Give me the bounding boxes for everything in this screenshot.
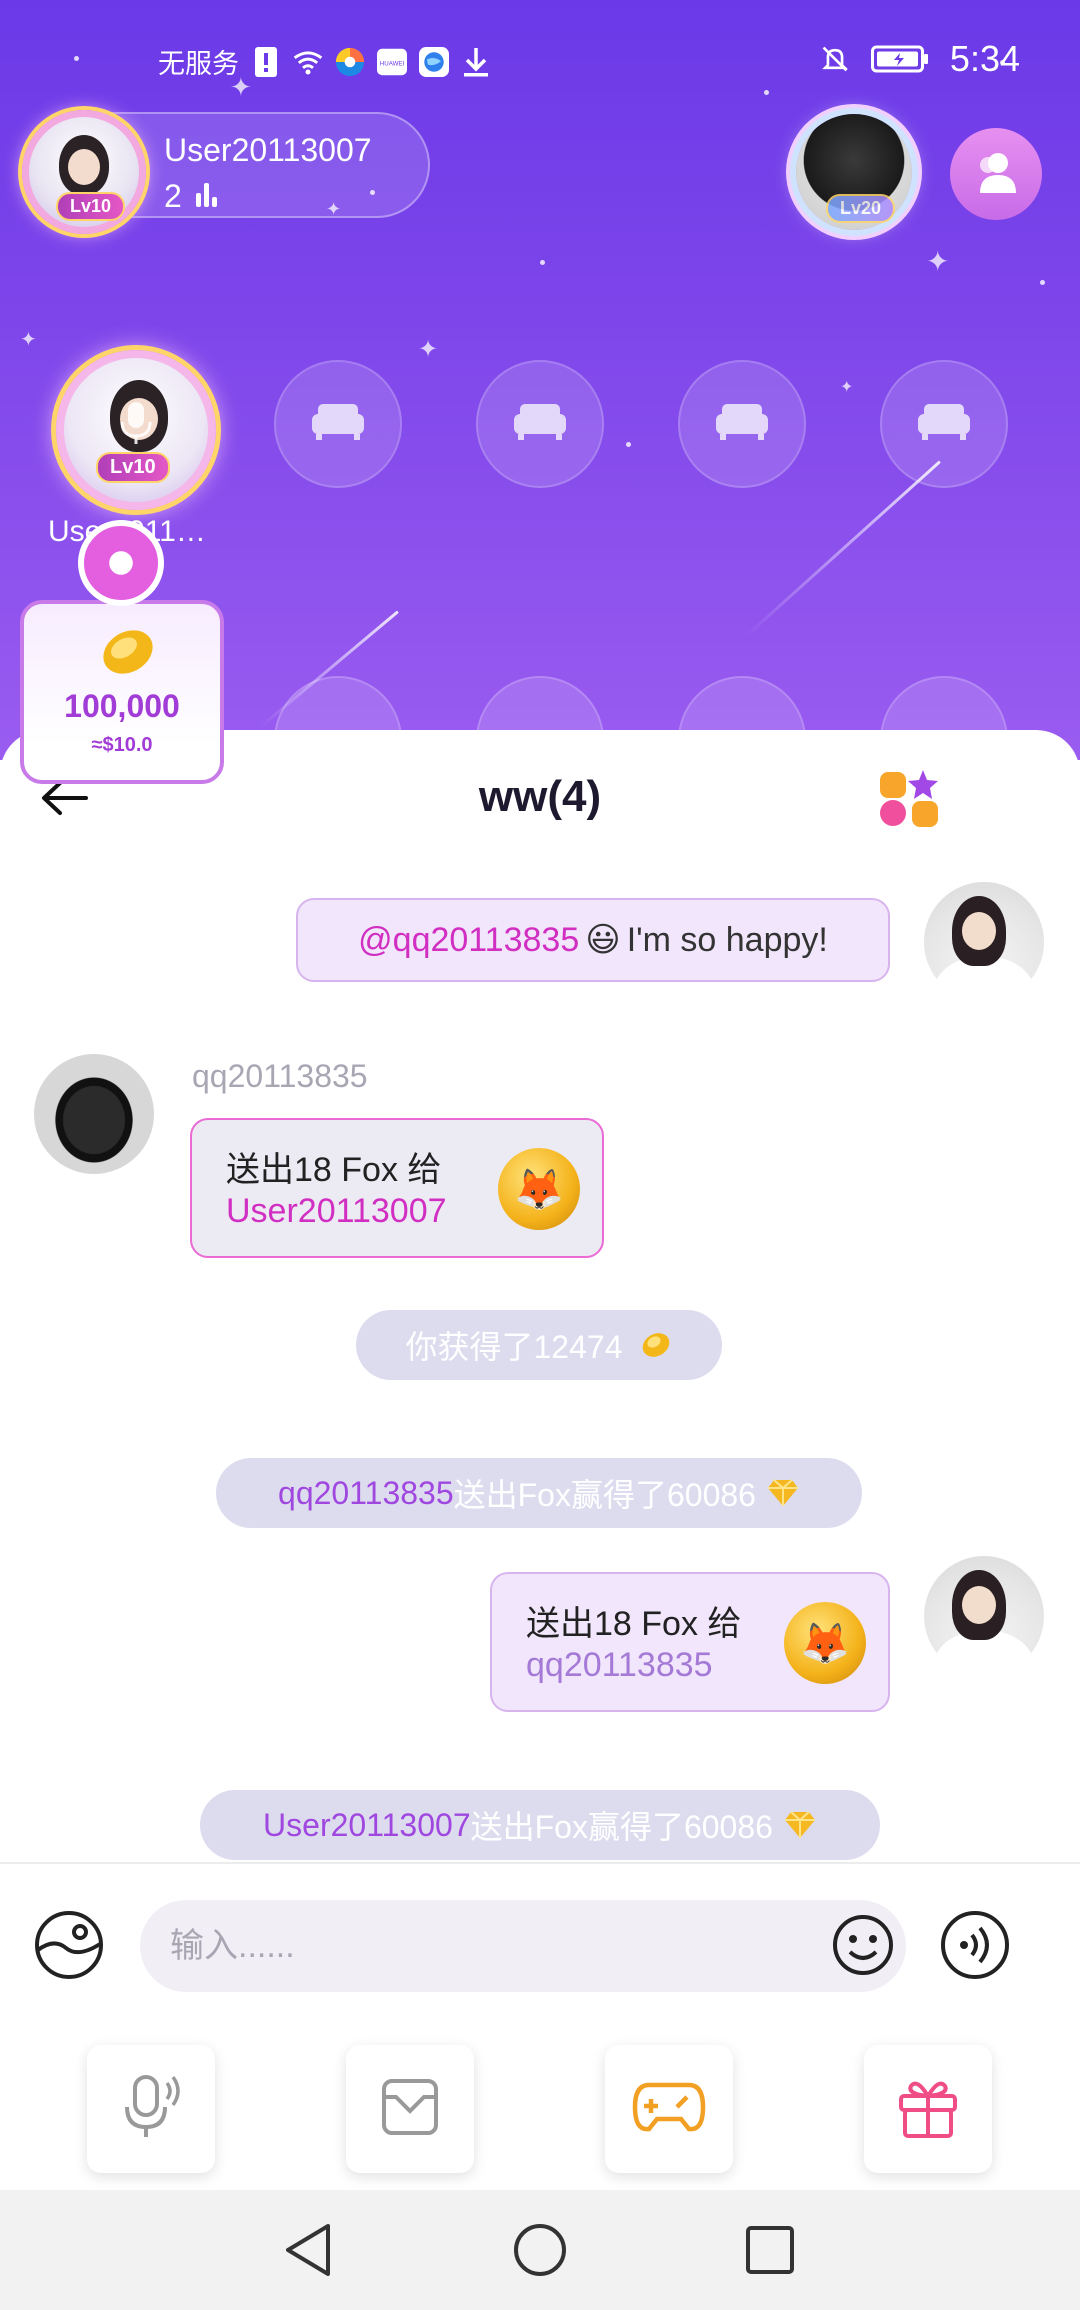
notice-user-name[interactable]: User20113007 [263,1807,471,1844]
coin-balance-card[interactable]: 100,000 ≈$10.0 [20,600,224,784]
gift-text: 送出18 Fox 给 [526,1605,742,1643]
browser-icon [335,45,365,79]
coin-mascot-icon [78,520,164,606]
notice-text: 送出Fox赢得了60086 [453,1477,756,1513]
diamond-icon [766,1478,800,1508]
bean-icon [94,624,158,685]
album-button[interactable] [346,2045,474,2173]
system-notice: qq20113835 送出Fox赢得了60086 [216,1458,862,1528]
sender-avatar[interactable] [34,1054,154,1174]
online-count: 2 [164,178,220,215]
empty-seat[interactable] [476,360,604,488]
gift-message-bubble[interactable]: 送出18 Fox 给 qq20113835 🦊 [490,1572,890,1712]
star-dot [626,442,631,447]
clock: 5:34 [949,38,1020,79]
star-icon: ✦ [926,246,950,277]
gift-icon [895,2074,961,2145]
carrier-label: 无服务 [158,49,239,79]
bars-icon [194,178,220,215]
system-notice: 你获得了12474 [356,1310,722,1380]
host-avatar-face [59,135,109,195]
message-input[interactable] [140,1900,906,1992]
gift-recipient: qq20113835 [526,1646,713,1684]
bean-icon [637,1329,673,1361]
notice-text: 送出Fox赢得了60086 [470,1809,773,1845]
wifi-icon [293,45,323,79]
sim-alert-icon [251,45,281,79]
sofa-icon [310,402,366,447]
empty-seat[interactable] [880,360,1008,488]
online-count-value: 2 [164,178,182,214]
empty-seat[interactable] [274,360,402,488]
mic-button[interactable] [87,2045,215,2173]
microphone-icon [115,2071,187,2148]
nav-home-button[interactable] [508,2220,572,2284]
download-icon [461,45,491,79]
sofa-icon [916,402,972,447]
game-button[interactable] [605,2045,733,2173]
star-icon: ✦ [20,329,37,351]
message-bubble[interactable]: @qq20113835 😃 I'm so happy! [296,898,890,982]
shooting-star [745,460,942,637]
emoji-button[interactable] [826,1910,900,1984]
apps-button[interactable] [876,766,942,832]
image-icon [34,1910,104,1985]
mute-icon [820,42,850,76]
mic-icon [118,400,154,451]
star-dot [1040,280,1045,285]
fox-gift-icon: 🦊 [498,1148,580,1230]
my-avatar[interactable] [924,882,1044,1002]
gift-message-bubble[interactable]: 送出18 Fox 给 User20113007 🦊 [190,1118,604,1258]
user-icon [972,149,1020,200]
sofa-icon [512,402,568,447]
system-notice: User20113007 送出Fox赢得了60086 [200,1790,880,1860]
status-bar: 无服务 HUAWEI 5:34 [0,0,1080,120]
star-dot [540,260,545,265]
sofa-icon [714,402,770,447]
nav-back-button[interactable] [276,2220,340,2284]
voice-button[interactable] [938,1910,1012,1984]
coin-amount: 100,000 [64,688,180,724]
apps-grid-icon [876,770,942,836]
image-button[interactable] [32,1910,106,1984]
system-nav-bar [0,2190,1080,2310]
emoji-icon [832,1914,894,1981]
square-recents-icon [744,2224,796,2281]
sender-name: qq20113835 [192,1058,368,1094]
host-name: User20113007 [164,132,372,168]
star-icon: ✦ [418,336,439,363]
battery-icon [870,42,930,76]
coin-usd-value: ≈$10.0 [91,734,153,756]
smile-emoji: 😃 [585,921,621,959]
huawei-icon: HUAWEI [377,45,407,79]
photo-album-icon [378,2075,442,2144]
input-bar [0,1862,1080,2030]
gift-button[interactable] [864,2045,992,2173]
notice-user-name[interactable]: qq20113835 [278,1475,454,1512]
members-button[interactable] [950,128,1042,220]
circle-home-icon [512,2222,568,2283]
seat-level-badge: Lv10 [96,452,170,483]
mention-link[interactable]: @qq20113835 [358,921,579,960]
triangle-back-icon [282,2222,334,2283]
host-level-badge: Lv10 [56,192,126,221]
nav-recents-button[interactable] [738,2220,802,2284]
fox-gift-icon: 🦊 [784,1602,866,1684]
diamond-icon [783,1810,817,1840]
chat-panel: ww(4) @qq20113835 😃 I'm so happy! qq2011… [0,730,1080,1860]
voice-icon [940,1910,1010,1985]
message-text: I'm so happy! [626,920,828,959]
gamepad-icon [631,2079,707,2140]
svg-text:HUAWEI: HUAWEI [380,60,405,67]
gift-text: 送出18 Fox 给 [226,1151,442,1189]
globe-icon [419,45,449,79]
empty-seat[interactable] [678,360,806,488]
my-avatar[interactable] [924,1556,1044,1676]
owner-level-badge: Lv20 [826,194,896,223]
gift-recipient: User20113007 [226,1192,447,1230]
action-row [0,2030,1080,2190]
star-icon: ✦ [840,379,854,396]
reward-text: 你获得了12474 [405,1329,623,1365]
